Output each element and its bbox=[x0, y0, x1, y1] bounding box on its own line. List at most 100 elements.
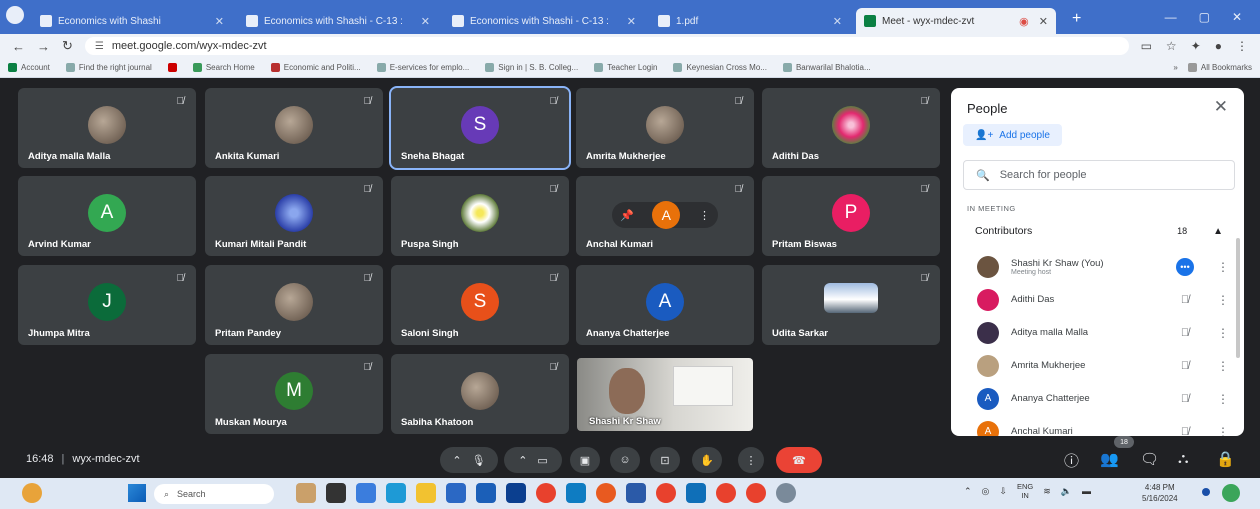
more-options-icon[interactable]: ⋮ bbox=[1211, 326, 1235, 340]
close-icon[interactable]: ✕ bbox=[627, 15, 636, 28]
participant-tile[interactable]: 🎙̸ P Pritam Biswas bbox=[762, 176, 940, 256]
copilot-icon[interactable] bbox=[1222, 484, 1240, 502]
participant-tile[interactable]: 🎙̸ Sabiha Khatoon bbox=[391, 354, 569, 434]
close-icon[interactable]: ✕ bbox=[833, 15, 842, 28]
back-icon[interactable]: ← bbox=[12, 39, 25, 54]
tab-search-button[interactable] bbox=[6, 6, 24, 24]
settings-icon[interactable] bbox=[776, 483, 796, 503]
chat-app-icon[interactable] bbox=[356, 483, 376, 503]
chat-icon[interactable]: 🗨 bbox=[1140, 450, 1159, 468]
browser-tab[interactable]: Economics with Shashi - C-13 : ✕ bbox=[238, 8, 438, 34]
bookmark-star-icon[interactable]: ☆ bbox=[1166, 39, 1177, 53]
close-window-icon[interactable]: ✕ bbox=[1232, 10, 1242, 24]
self-video-tile[interactable]: Shashi Kr Shaw bbox=[577, 358, 753, 431]
pin-icon[interactable]: 📌 bbox=[620, 209, 634, 222]
more-options-icon[interactable]: ⋮ bbox=[699, 209, 710, 222]
leave-call-button[interactable]: ☎ bbox=[776, 447, 822, 473]
chrome-icon[interactable] bbox=[656, 483, 676, 503]
weather-icon[interactable] bbox=[22, 483, 42, 503]
participant-tile[interactable]: 🎙̸ 📌 A ⋮ Anchal Kumari bbox=[576, 176, 754, 256]
people-icon[interactable]: 👥 bbox=[1100, 450, 1119, 468]
firefox-icon[interactable] bbox=[596, 483, 616, 503]
participant-tile[interactable]: 🎙̸ Pritam Pandey bbox=[205, 265, 383, 345]
close-icon[interactable]: ✕ bbox=[1214, 97, 1228, 117]
chrome-icon[interactable] bbox=[746, 483, 766, 503]
taskbar-clock[interactable]: 4:48 PM 5/16/2024 bbox=[1142, 482, 1178, 504]
present-button[interactable]: ⊡ bbox=[650, 447, 680, 473]
bookmark[interactable]: Keynesian Cross Mo... bbox=[673, 63, 767, 72]
app-icon[interactable] bbox=[566, 483, 586, 503]
activities-icon[interactable]: ⛬ bbox=[1178, 450, 1189, 467]
participant-tile[interactable]: 🎙̸ Puspa Singh bbox=[391, 176, 569, 256]
bookmark[interactable]: Economic and Politi... bbox=[270, 63, 361, 72]
list-item[interactable]: Aditya malla Malla 🎙̸ ⋮ bbox=[963, 316, 1235, 349]
more-options-icon[interactable]: ⋮ bbox=[1211, 425, 1235, 437]
menu-icon[interactable]: ⋮ bbox=[1236, 39, 1248, 53]
app-icon[interactable] bbox=[506, 483, 526, 503]
battery-icon[interactable]: ▬ bbox=[1082, 486, 1091, 496]
usb-icon[interactable]: ⇩ bbox=[999, 486, 1007, 497]
bookmark[interactable]: Sign in | S. B. Colleg... bbox=[485, 63, 578, 72]
bookmark[interactable]: Search Home bbox=[192, 63, 255, 72]
search-input[interactable] bbox=[999, 169, 1220, 181]
reload-icon[interactable]: ↻ bbox=[62, 38, 73, 54]
host-controls-icon[interactable]: 🔒 bbox=[1216, 450, 1235, 468]
list-item[interactable]: Shashi Kr Shaw (You) Meeting host ••• ⋮ bbox=[963, 250, 1235, 283]
participant-tile[interactable]: 🎙̸ Ankita Kumari bbox=[205, 88, 383, 168]
minimize-icon[interactable]: — bbox=[1165, 10, 1177, 24]
participant-tile[interactable]: 🎙̸ Amrita Mukherjee bbox=[576, 88, 754, 168]
cast-icon[interactable]: ▭ bbox=[1141, 39, 1152, 53]
start-icon[interactable] bbox=[128, 484, 146, 502]
info-icon[interactable]: ⓘ bbox=[1064, 450, 1079, 471]
word-icon[interactable] bbox=[626, 483, 646, 503]
new-tab-button[interactable]: + bbox=[1062, 10, 1091, 34]
bookmark[interactable]: Teacher Login bbox=[594, 63, 657, 72]
taskbar-search[interactable]: ⌕ Search bbox=[154, 484, 274, 504]
close-icon[interactable]: ✕ bbox=[421, 15, 430, 28]
participant-tile[interactable]: 🎙̸ Udita Sarkar bbox=[762, 265, 940, 345]
all-bookmarks[interactable]: All Bookmarks bbox=[1187, 63, 1252, 72]
participant-tile[interactable]: A Ananya Chatterjee bbox=[576, 265, 754, 345]
participant-tile[interactable]: 🎙̸ Adithi Das bbox=[762, 88, 940, 168]
list-item[interactable]: Amrita Mukherjee 🎙̸ ⋮ bbox=[963, 349, 1235, 382]
language-indicator[interactable]: ENG IN bbox=[1017, 482, 1033, 500]
forward-icon[interactable]: → bbox=[37, 39, 50, 54]
more-options-icon[interactable]: ⋮ bbox=[1211, 293, 1235, 307]
captions-button[interactable]: ▣ bbox=[570, 447, 600, 473]
wifi-icon[interactable]: ≋ bbox=[1043, 486, 1051, 497]
participant-tile[interactable]: 🎙̸ Kumari Mitali Pandit bbox=[205, 176, 383, 256]
browser-tab[interactable]: 1.pdf ✕ bbox=[650, 8, 850, 34]
participant-tile[interactable]: A Arvind Kumar bbox=[18, 176, 196, 256]
browser-tab[interactable]: Economics with Shashi ✕ bbox=[32, 8, 232, 34]
store-icon[interactable] bbox=[446, 483, 466, 503]
extensions-icon[interactable]: ✦ bbox=[1191, 39, 1201, 53]
bookmark[interactable]: E-services for emplo... bbox=[376, 63, 469, 72]
app-icon[interactable] bbox=[686, 483, 706, 503]
bookmark[interactable]: Account bbox=[8, 63, 50, 72]
list-item[interactable]: Adithi Das 🎙̸ ⋮ bbox=[963, 283, 1235, 316]
notification-icon[interactable] bbox=[1202, 488, 1210, 496]
chevron-up-icon[interactable]: ⌃ bbox=[964, 486, 972, 497]
task-view-icon[interactable] bbox=[326, 483, 346, 503]
browser-tab-active[interactable]: Meet - wyx-mdec-zvt ◉ ✕ bbox=[856, 8, 1056, 34]
site-info-icon[interactable]: ☰ bbox=[95, 41, 104, 52]
chrome-icon[interactable] bbox=[536, 483, 556, 503]
participant-tile[interactable]: 🎙̸ M Muskan Mourya bbox=[205, 354, 383, 434]
bookmark[interactable]: Find the right journal bbox=[65, 63, 152, 72]
participant-tile[interactable]: 🎙̸ J Jhumpa Mitra bbox=[18, 265, 196, 345]
file-explorer-icon[interactable] bbox=[416, 483, 436, 503]
scrollbar[interactable] bbox=[1236, 238, 1240, 358]
browser-tab[interactable]: Economics with Shashi - C-13 : ✕ bbox=[444, 8, 644, 34]
close-icon[interactable]: ✕ bbox=[1039, 15, 1048, 28]
close-icon[interactable]: ✕ bbox=[215, 15, 224, 28]
participant-tile[interactable]: 🎙̸ S Saloni Singh bbox=[391, 265, 569, 345]
url-field[interactable]: ☰ meet.google.com/wyx-mdec-zvt bbox=[84, 37, 1129, 55]
participant-tile[interactable]: 🎙̸ S Sneha Bhagat bbox=[389, 86, 571, 170]
list-item[interactable]: A Ananya Chatterjee 🎙̸ ⋮ bbox=[963, 382, 1235, 415]
camera-button[interactable]: ⌃ ▭ bbox=[504, 447, 562, 473]
more-options-icon[interactable]: ⋮ bbox=[1211, 392, 1235, 406]
more-options-icon[interactable]: ⋮ bbox=[1211, 260, 1235, 274]
list-item[interactable]: A Anchal Kumari 🎙̸ ⋮ bbox=[963, 415, 1235, 436]
add-people-button[interactable]: 👤+ Add people bbox=[963, 124, 1062, 146]
people-search[interactable]: 🔍 bbox=[963, 160, 1235, 190]
